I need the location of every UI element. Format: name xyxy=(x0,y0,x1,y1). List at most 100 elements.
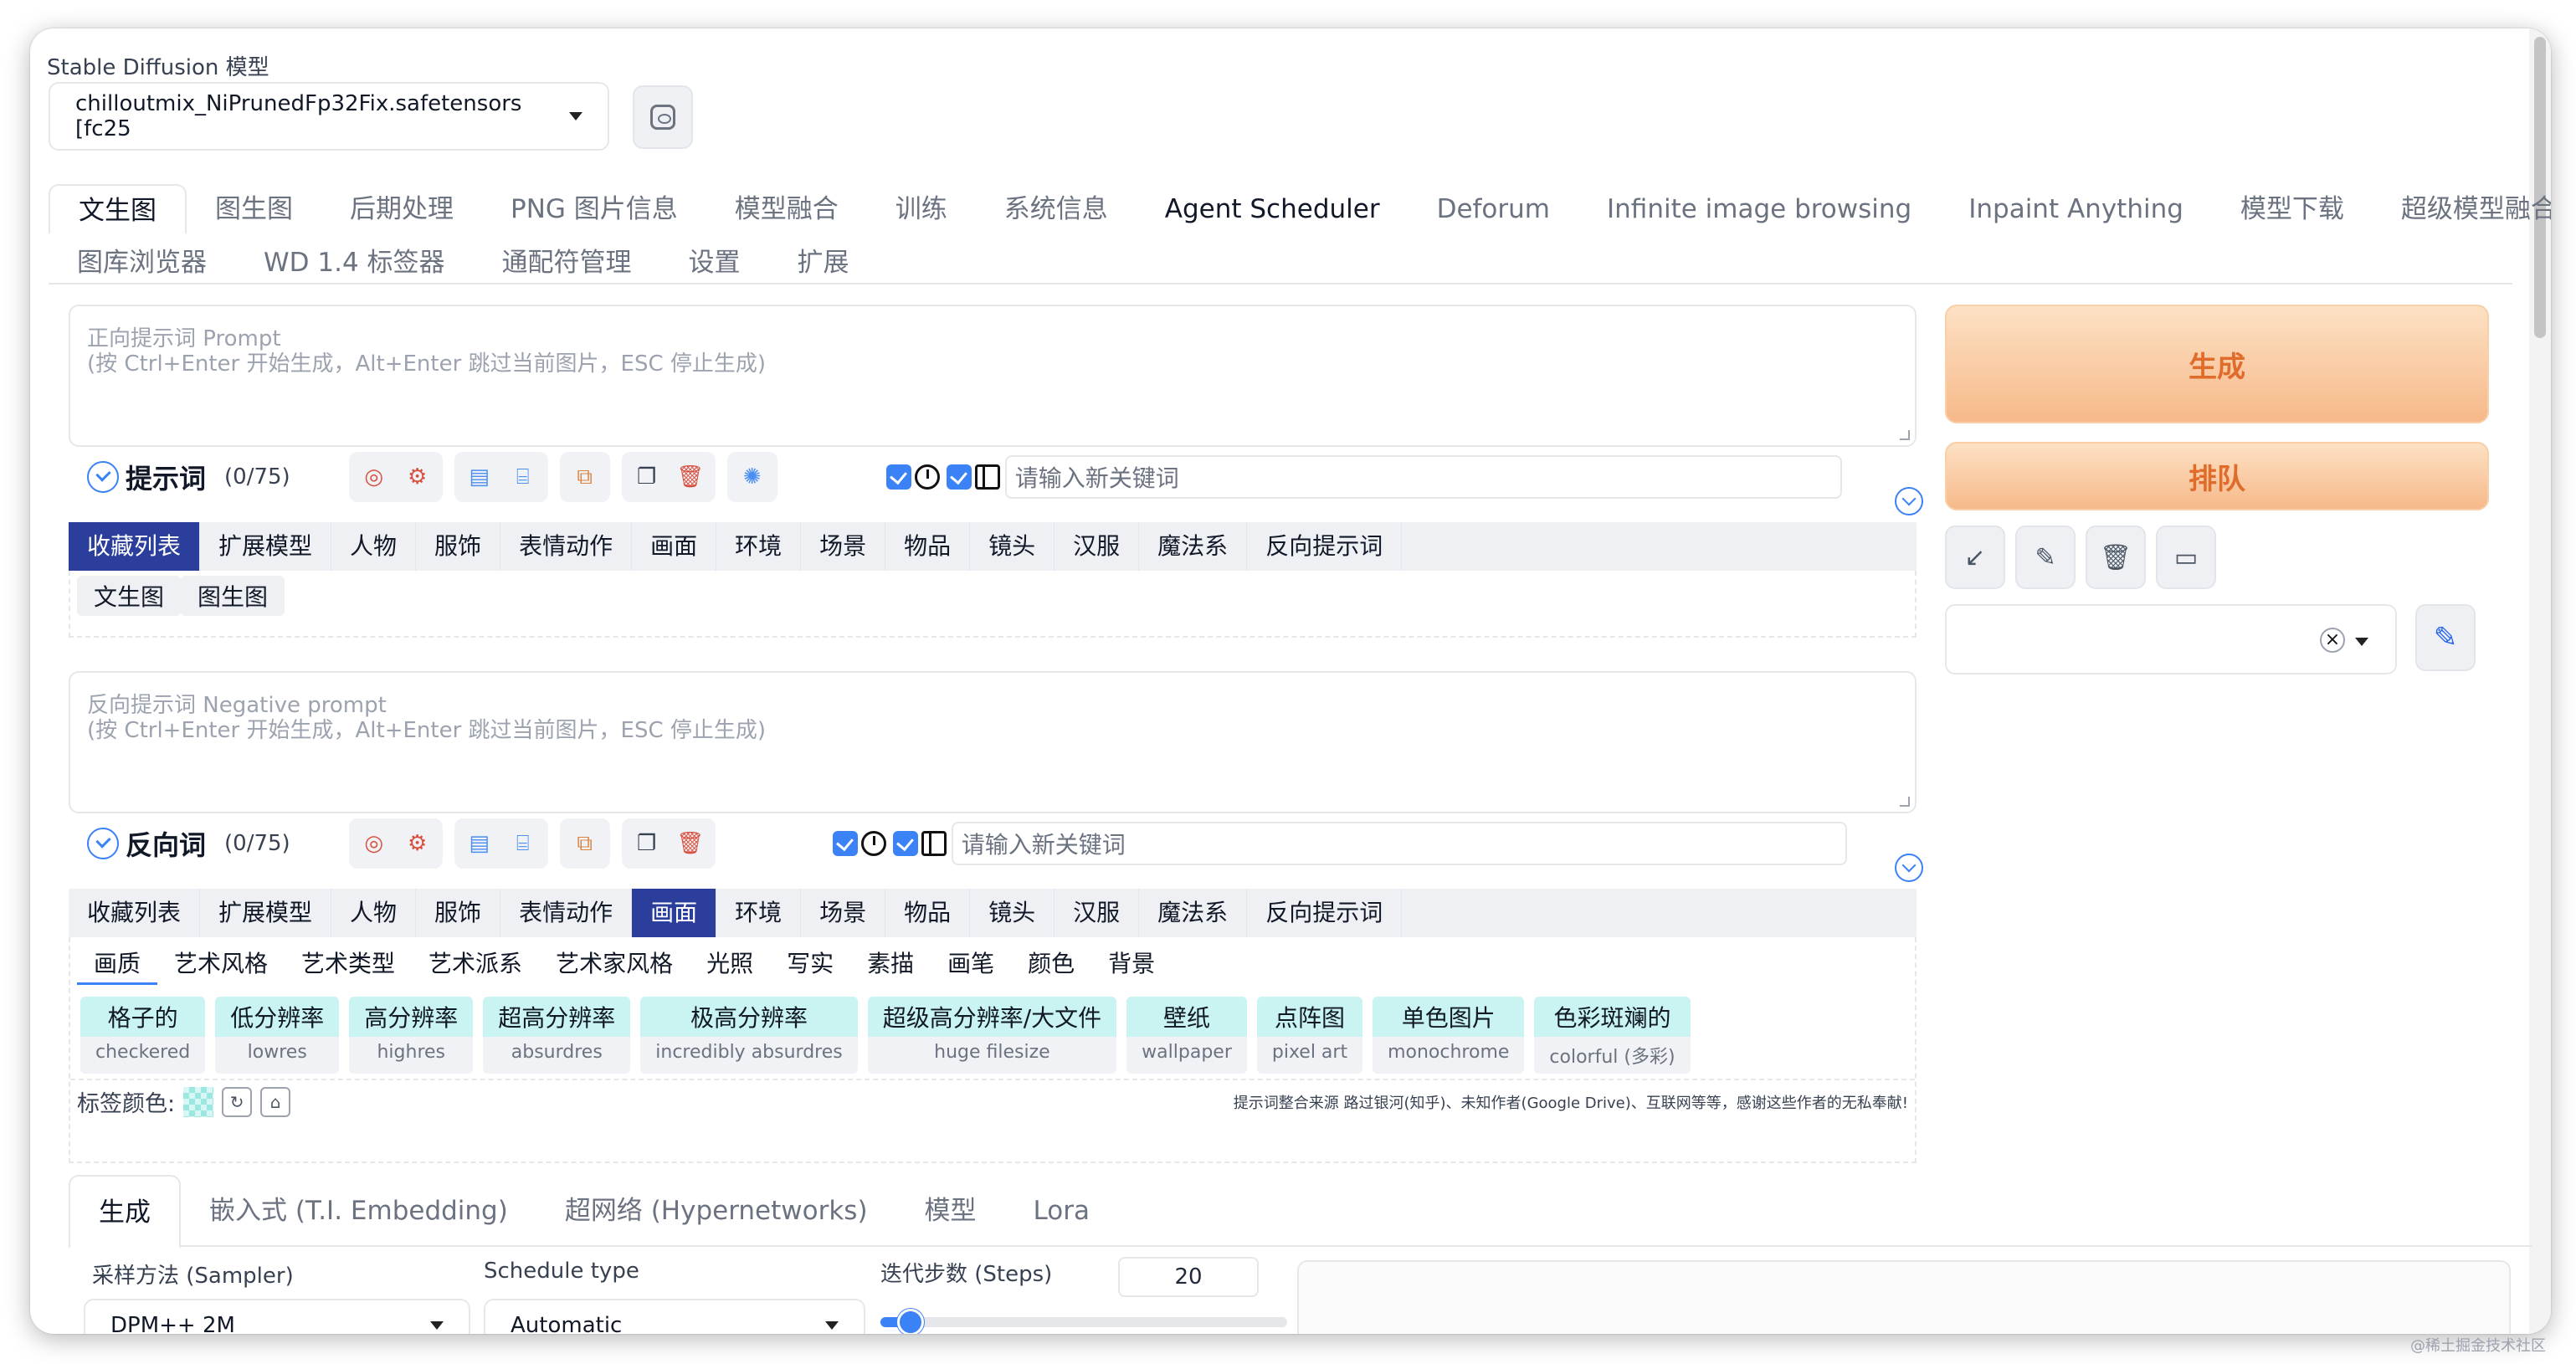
panel-icon[interactable] xyxy=(921,831,947,856)
negative-subtab[interactable]: 画质 xyxy=(77,942,158,985)
copy-icon[interactable]: ❐ xyxy=(625,822,669,865)
category-tab[interactable]: 人物 xyxy=(331,522,417,571)
expand-down-icon[interactable] xyxy=(1895,854,1923,882)
negative-subtab[interactable]: 颜色 xyxy=(1011,942,1091,985)
generation-tab[interactable]: Lora xyxy=(1005,1175,1118,1245)
prompt-tag[interactable]: 单色图片 monochrome xyxy=(1373,997,1525,1074)
negative-subtab[interactable]: 艺术派系 xyxy=(412,942,539,985)
prompt-tag[interactable]: 格子的 checkered xyxy=(80,997,206,1074)
prompt-subtab[interactable]: 图生图 xyxy=(181,576,285,616)
tab-0[interactable]: 文生图 xyxy=(49,184,187,234)
sampler-select[interactable]: DPM++ 2M xyxy=(84,1299,470,1334)
bookmark-icon[interactable]: ⌸ xyxy=(501,455,545,499)
category-tab[interactable]: 魔法系 xyxy=(1139,522,1248,571)
styles-select[interactable]: × xyxy=(1945,604,2397,674)
tab-2[interactable]: 后期处理 xyxy=(321,184,482,234)
category-tab[interactable]: 镜头 xyxy=(970,889,1055,937)
collapse-toggle-icon[interactable] xyxy=(87,828,119,859)
negative-subtab[interactable]: 艺术风格 xyxy=(157,942,285,985)
tab-4[interactable]: 模型融合 xyxy=(706,184,867,234)
keyword-input[interactable]: 请输入新关键词 xyxy=(1004,455,1842,499)
collapse-toggle-icon[interactable] xyxy=(87,461,119,493)
prompt-tag[interactable]: 高分辨率 highres xyxy=(349,997,474,1074)
generation-tab[interactable]: 模型 xyxy=(896,1175,1005,1245)
steps-input[interactable]: 20 xyxy=(1118,1257,1259,1297)
negative-subtab[interactable]: 画笔 xyxy=(931,942,1011,985)
category-tab[interactable]: 收藏列表 xyxy=(69,889,201,937)
arrow-down-left-icon[interactable]: ↙ xyxy=(1945,526,2005,589)
generation-tab[interactable]: 生成 xyxy=(69,1175,181,1249)
category-tab[interactable]: 收藏列表 xyxy=(69,522,201,571)
history-list-icon[interactable]: ▤ xyxy=(458,455,501,499)
gear-icon[interactable]: ⚙ xyxy=(396,822,439,865)
tab-1[interactable]: 图生图 xyxy=(187,184,321,234)
prompt-tag[interactable]: 点阵图 pixel art xyxy=(1256,997,1363,1074)
resize-handle-icon[interactable] xyxy=(1900,430,1910,440)
reset-icon[interactable]: ↻ xyxy=(222,1086,253,1117)
trash-icon[interactable]: 🗑 xyxy=(2086,526,2146,589)
chatgpt-icon[interactable]: ✺ xyxy=(731,455,774,499)
category-tab[interactable]: 镜头 xyxy=(970,522,1055,571)
trash-icon[interactable]: 🗑 xyxy=(669,822,712,865)
resize-handle-icon[interactable] xyxy=(1900,797,1910,807)
category-tab[interactable]: 表情动作 xyxy=(500,522,633,571)
category-tab[interactable]: 反向提示词 xyxy=(1247,889,1403,937)
color-swatch-icon[interactable] xyxy=(183,1086,214,1117)
category-tab[interactable]: 人物 xyxy=(331,889,417,937)
tab-row2-4[interactable]: 扩展 xyxy=(769,238,878,288)
tab-row2-3[interactable]: 设置 xyxy=(660,238,769,288)
tab-9[interactable]: Infinite image browsing xyxy=(1578,184,1940,234)
prompt-tag[interactable]: 壁纸 wallpaper xyxy=(1126,997,1247,1074)
queue-button[interactable]: 排队 xyxy=(1945,442,2489,510)
category-tab[interactable]: 汉服 xyxy=(1055,889,1140,937)
tab-8[interactable]: Deforum xyxy=(1409,184,1578,234)
negative-subtab[interactable]: 艺术家风格 xyxy=(539,942,690,985)
steps-slider-handle[interactable] xyxy=(897,1309,925,1334)
prompt-subtab[interactable]: 文生图 xyxy=(77,576,182,616)
category-tab[interactable]: 场景 xyxy=(801,522,886,571)
tab-11[interactable]: 模型下载 xyxy=(2212,184,2373,234)
tab-row2-1[interactable]: WD 1.4 标签器 xyxy=(235,238,474,288)
note-icon[interactable]: ✎ xyxy=(2015,526,2076,589)
prompt-tag[interactable]: 极高分辨率 incredibly absurdres xyxy=(640,997,858,1074)
category-tab[interactable]: 反向提示词 xyxy=(1247,522,1403,571)
category-tab[interactable]: 服饰 xyxy=(416,889,501,937)
tab-6[interactable]: 系统信息 xyxy=(976,184,1137,234)
category-tab[interactable]: 物品 xyxy=(885,522,971,571)
category-tab[interactable]: 场景 xyxy=(801,889,886,937)
generation-tab[interactable]: 超网络 (Hypernetworks) xyxy=(536,1175,896,1245)
tab-row2-2[interactable]: 通配符管理 xyxy=(474,238,660,288)
text-convert-icon[interactable]: ⧉ xyxy=(563,455,607,499)
tab-10[interactable]: Inpaint Anything xyxy=(1940,184,2212,234)
tab-12[interactable]: 超级模型融合 xyxy=(2373,184,2551,234)
text-convert-icon[interactable]: ⧉ xyxy=(563,822,607,865)
checkbox-icon[interactable] xyxy=(832,831,858,856)
category-tab[interactable]: 画面 xyxy=(632,522,717,571)
globe-icon[interactable]: ◎ xyxy=(352,455,396,499)
negative-subtab[interactable]: 艺术类型 xyxy=(285,942,412,985)
category-tab[interactable]: 扩展模型 xyxy=(200,889,332,937)
negative-subtab[interactable]: 写实 xyxy=(770,942,850,985)
steps-slider-track[interactable] xyxy=(880,1317,1287,1327)
clear-icon[interactable]: × xyxy=(2320,628,2345,653)
clock-icon[interactable] xyxy=(914,464,940,490)
negative-subtab[interactable]: 背景 xyxy=(1091,942,1172,985)
checkbox-icon[interactable] xyxy=(885,464,911,490)
schedule-select[interactable]: Automatic xyxy=(484,1299,865,1334)
category-tab[interactable]: 环境 xyxy=(716,522,802,571)
globe-icon[interactable]: ◎ xyxy=(352,822,396,865)
checkbox-icon[interactable] xyxy=(892,831,918,856)
prompt-tag[interactable]: 超级高分辨率/大文件 huge filesize xyxy=(867,997,1117,1074)
bookmark-icon[interactable]: ⌸ xyxy=(501,822,545,865)
prompt-textarea[interactable]: 正向提示词 Prompt (按 Ctrl+Enter 开始生成，Alt+Ente… xyxy=(69,305,1917,447)
trash-icon[interactable]: 🗑 xyxy=(669,455,712,499)
tab-3[interactable]: PNG 图片信息 xyxy=(482,184,706,234)
negative-subtab[interactable]: 素描 xyxy=(850,942,931,985)
prompt-tag[interactable]: 低分辨率 lowres xyxy=(215,997,340,1074)
clipboard-icon[interactable]: ▭ xyxy=(2156,526,2216,589)
category-tab[interactable]: 魔法系 xyxy=(1139,889,1248,937)
negative-subtab[interactable]: 光照 xyxy=(690,942,770,985)
gear-icon[interactable]: ⚙ xyxy=(396,455,439,499)
category-tab[interactable]: 画面 xyxy=(632,889,717,937)
refresh-model-button[interactable] xyxy=(633,85,693,149)
